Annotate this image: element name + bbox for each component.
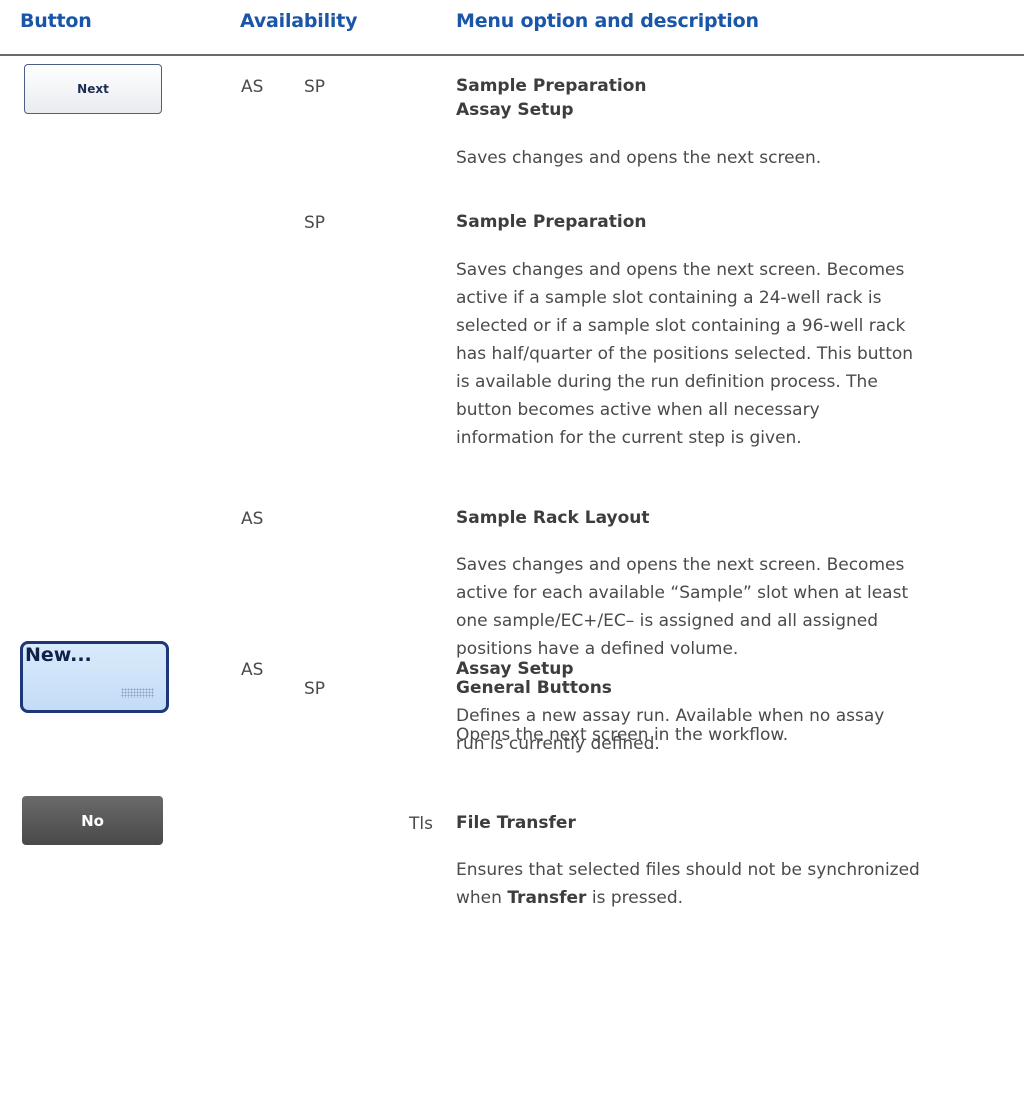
menu-option-description: Saves changes and opens the next screen. — [456, 148, 822, 168]
availability-sp: SP — [304, 213, 326, 233]
new-button[interactable]: New... — [20, 641, 169, 713]
description-line: Defines a new assay run. Available when … — [456, 706, 885, 726]
next-button[interactable]: Next — [24, 64, 162, 114]
menu-option-title: Sample Rack Layout — [456, 508, 650, 528]
description-line: information for the current step is give… — [456, 428, 802, 448]
description-line: active for each available “Sample” slot … — [456, 583, 909, 603]
description-text: when — [456, 888, 508, 908]
new-button-label: New... — [25, 644, 92, 666]
availability-as: AS — [241, 509, 264, 529]
no-button-label: No — [81, 811, 104, 830]
description-line: button becomes active when all necessary — [456, 400, 820, 420]
availability-sp: SP — [304, 77, 326, 97]
availability-as: AS — [241, 77, 264, 97]
availability-as: AS — [241, 660, 264, 680]
table-header: Button Availability Menu option and desc… — [0, 0, 1024, 58]
menu-option-description: Defines a new assay run. Available when … — [456, 702, 1016, 758]
description-line: Saves changes and opens the next screen.… — [456, 555, 905, 575]
description-line: one sample/EC+/EC– is assigned and all a… — [456, 611, 879, 631]
menu-option-description: Ensures that selected files should not b… — [456, 856, 1016, 912]
menu-option-title: Assay Setup — [456, 659, 574, 679]
description-line: Ensures that selected files should not b… — [456, 860, 920, 880]
header-availability: Availability — [240, 10, 358, 32]
description-line: has half/quarter of the positions select… — [456, 344, 914, 364]
availability-tls: Tls — [409, 814, 433, 834]
description-line: active if a sample slot containing a 24-… — [456, 288, 882, 308]
menu-option-description: Saves changes and opens the next screen.… — [456, 551, 1016, 663]
description-text: is pressed. — [586, 888, 684, 908]
header-button: Button — [20, 10, 92, 32]
menu-option-title: Sample Preparation — [456, 212, 647, 232]
description-line: is available during the run definition p… — [456, 372, 878, 392]
menu-option-title: File Transfer — [456, 813, 576, 833]
no-button[interactable]: No — [22, 796, 163, 845]
availability-sp: SP — [304, 679, 326, 699]
header-divider — [0, 54, 1024, 56]
grid-dots-icon — [121, 688, 154, 698]
menu-option-title: Sample Preparation — [456, 76, 647, 96]
description-line: Saves changes and opens the next screen.… — [456, 260, 905, 280]
description-line: selected or if a sample slot containing … — [456, 316, 906, 336]
header-menu-option: Menu option and description — [456, 10, 759, 32]
description-line: when Transfer is pressed. — [456, 884, 1016, 912]
next-button-label: Next — [77, 82, 109, 96]
menu-option-description: Saves changes and opens the next screen.… — [456, 256, 1016, 452]
menu-option-title: Assay Setup — [456, 100, 574, 120]
description-line: run is currently defined. — [456, 734, 660, 754]
description-bold-text: Transfer — [507, 888, 587, 908]
